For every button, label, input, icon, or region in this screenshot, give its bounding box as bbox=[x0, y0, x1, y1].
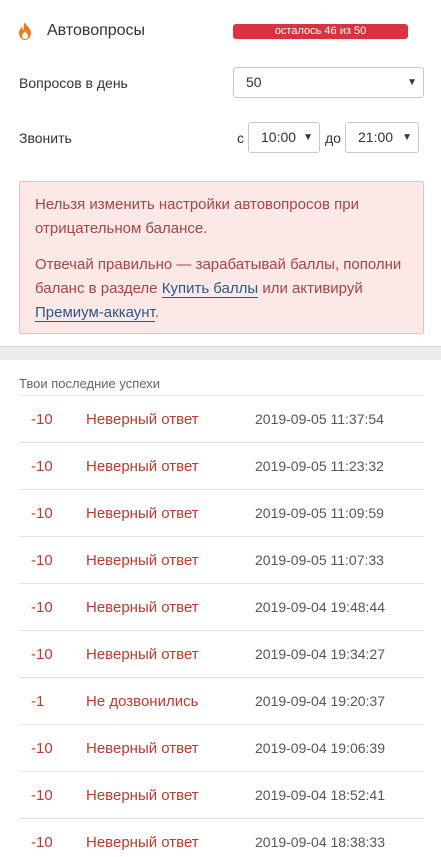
status-text: Не дозвонились bbox=[86, 693, 199, 710]
history-row: -10 Неверный ответ 2019-09-04 19:34:27 bbox=[19, 631, 424, 678]
timestamp: 2019-09-04 18:52:41 bbox=[255, 787, 385, 803]
dropdown-arrow-icon: ▼ bbox=[402, 132, 412, 143]
call-to-value: 21:00 bbox=[358, 129, 394, 145]
call-label: Звонить bbox=[19, 130, 72, 146]
status-text: Неверный ответ bbox=[86, 411, 199, 428]
page-title: Автовопросы bbox=[47, 22, 146, 39]
quota-badge: осталось 46 из 50 bbox=[233, 24, 408, 39]
history-row: -10 Неверный ответ 2019-09-04 18:38:33 bbox=[19, 819, 424, 857]
points-value: -10 bbox=[31, 411, 53, 428]
points-value: -10 bbox=[31, 552, 53, 569]
call-from-value: 10:00 bbox=[261, 129, 297, 145]
negative-balance-alert: Нельзя изменить настройки автовопросов п… bbox=[19, 181, 424, 334]
alert-hint-text: или активируй bbox=[258, 280, 363, 297]
status-text: Неверный ответ bbox=[86, 505, 199, 522]
status-text: Неверный ответ bbox=[86, 740, 199, 757]
history-list: -10 Неверный ответ 2019-09-05 11:37:54 -10 Н… bbox=[19, 395, 424, 857]
history-row: -10 Неверный ответ 2019-09-04 19:48:44 bbox=[19, 584, 424, 631]
section-divider bbox=[0, 346, 441, 360]
points-value: -10 bbox=[31, 505, 53, 522]
status-text: Неверный ответ bbox=[86, 834, 199, 851]
dropdown-arrow-icon: ▼ bbox=[407, 77, 417, 88]
timestamp: 2019-09-05 11:23:32 bbox=[255, 458, 384, 474]
alert-message: Нельзя изменить настройки автовопросов п… bbox=[35, 196, 359, 237]
premium-account-link[interactable]: Премиум-аккаунт bbox=[35, 304, 155, 322]
per-day-value: 50 bbox=[246, 74, 262, 90]
history-row: -10 Неверный ответ 2019-09-05 11:23:32 bbox=[19, 443, 424, 490]
timestamp: 2019-09-04 19:20:37 bbox=[255, 693, 385, 709]
points-value: -1 bbox=[31, 693, 45, 710]
status-text: Неверный ответ bbox=[86, 787, 199, 804]
alert-hint-text: . bbox=[154, 304, 159, 321]
history-row: -10 Неверный ответ 2019-09-05 11:09:59 bbox=[19, 490, 424, 537]
history-title: Твои последние успехи bbox=[19, 376, 161, 391]
autoquestions-header: Автовопросы осталось 46 из 50 bbox=[0, 0, 441, 62]
status-text: Неверный ответ bbox=[86, 552, 199, 569]
points-value: -10 bbox=[31, 787, 53, 804]
to-label: до bbox=[325, 130, 341, 146]
points-value: -10 bbox=[31, 646, 53, 663]
call-from-select[interactable]: 10:00 ▼ bbox=[248, 122, 320, 153]
dropdown-arrow-icon: ▼ bbox=[303, 132, 313, 143]
alert-hint: Отвечай правильно — зарабатывай баллы, п… bbox=[35, 253, 408, 325]
history-row: -10 Неверный ответ 2019-09-04 19:06:39 bbox=[19, 725, 424, 772]
history-row: -10 Неверный ответ 2019-09-05 11:37:54 bbox=[19, 396, 424, 443]
timestamp: 2019-09-04 19:06:39 bbox=[255, 740, 385, 756]
per-day-label: Вопросов в день bbox=[19, 75, 128, 91]
timestamp: 2019-09-05 11:07:33 bbox=[255, 552, 384, 568]
status-text: Неверный ответ bbox=[86, 599, 199, 616]
points-value: -10 bbox=[31, 599, 53, 616]
timestamp: 2019-09-05 11:37:54 bbox=[255, 411, 384, 427]
call-to-select[interactable]: 21:00 ▼ bbox=[345, 122, 419, 153]
history-row: -1 Не дозвонились 2019-09-04 19:20:37 bbox=[19, 678, 424, 725]
points-value: -10 bbox=[31, 458, 53, 475]
per-day-select[interactable]: 50 ▼ bbox=[233, 67, 424, 98]
history-row: -10 Неверный ответ 2019-09-04 18:52:41 bbox=[19, 772, 424, 819]
from-label: с bbox=[237, 130, 244, 146]
points-value: -10 bbox=[31, 834, 53, 851]
status-text: Неверный ответ bbox=[86, 646, 199, 663]
buy-points-link[interactable]: Купить баллы bbox=[161, 280, 259, 298]
history-row: -10 Неверный ответ 2019-09-05 11:07:33 bbox=[19, 537, 424, 584]
timestamp: 2019-09-04 18:38:33 bbox=[255, 834, 385, 850]
timestamp: 2019-09-04 19:34:27 bbox=[255, 646, 385, 662]
points-value: -10 bbox=[31, 740, 53, 757]
timestamp: 2019-09-05 11:09:59 bbox=[255, 505, 384, 521]
status-text: Неверный ответ bbox=[86, 458, 199, 475]
flame-icon bbox=[19, 22, 31, 40]
timestamp: 2019-09-04 19:48:44 bbox=[255, 599, 385, 615]
